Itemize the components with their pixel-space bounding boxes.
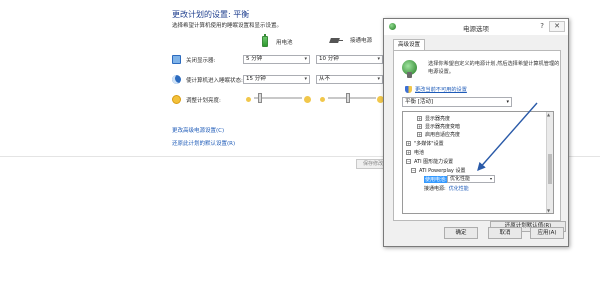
sleep-label: 使计算机进入睡眠状态: (186, 77, 243, 84)
chevron-down-icon: ▾ (304, 76, 307, 82)
ok-button[interactable]: 确定 (444, 227, 478, 239)
chevron-down-icon: ▾ (304, 56, 307, 62)
scrollbar-thumb[interactable] (548, 154, 552, 184)
sun-icon (172, 95, 181, 104)
plan-select-value: 平衡 [活动] (405, 99, 434, 105)
sleep-plugged-value: 从不 (319, 76, 331, 82)
plugged-powerplay-value[interactable]: 优化性能 (449, 185, 469, 192)
brightness-high-icon (304, 96, 311, 103)
expand-icon[interactable]: + (406, 149, 411, 155)
slider-thumb[interactable] (346, 93, 350, 103)
page-description: 选择希望计算机使用的睡眠设置和显示设置。 (172, 23, 283, 29)
dialog-description: 选择你希望自定义的电源计划,然后选择希望计算机管理的电源设置。 (428, 61, 560, 75)
battery-powerplay-select[interactable]: 优化性能 ▾ (447, 175, 495, 183)
tree-item-battery[interactable]: 使用电池: (424, 175, 448, 183)
cancel-button[interactable]: 取消 (488, 227, 522, 239)
plug-icon (330, 37, 343, 44)
power-options-dialog: 电源选项 ? ✕ 高级设置 选择你希望自定义的电源计划,然后选择希望计算机管理的… (383, 18, 569, 247)
close-icon[interactable]: ✕ (549, 21, 565, 32)
plugged-column-label: 接通电源 (350, 38, 373, 44)
page-title: 更改计划的设置: 平衡 (172, 10, 250, 19)
chevron-down-icon: ▾ (489, 176, 492, 181)
brightness-low-icon (320, 97, 325, 102)
brightness-plugged-slider[interactable] (328, 93, 376, 103)
expand-icon[interactable]: + (406, 140, 411, 146)
restore-defaults-link[interactable]: 还原此计划的默认设置(R) (172, 139, 235, 147)
change-unavailable-settings-link[interactable]: 更改当前不可用的设置 (415, 86, 467, 93)
brightness-low-icon (246, 97, 251, 102)
chevron-down-icon: ▾ (377, 76, 380, 82)
battery-icon (262, 34, 268, 47)
battery-column-header: 用电池 (262, 34, 293, 47)
tree-item[interactable]: − ATI Powerplay 设置 (411, 166, 465, 174)
tree-item[interactable]: + "多媒体"设置 (406, 139, 444, 147)
moon-icon (172, 75, 181, 84)
battery-powerplay-value: 优化性能 (450, 176, 471, 182)
display-off-label: 关闭显示器: (186, 57, 216, 64)
apply-button[interactable]: 应用(A) (530, 227, 564, 239)
monitor-icon (172, 55, 181, 64)
dialog-titlebar: 电源选项 ? ✕ (384, 19, 568, 35)
shield-icon (405, 86, 412, 93)
tree-item[interactable]: + 电池 (406, 148, 424, 156)
tree-item[interactable]: + 启用自适应亮度 (417, 130, 460, 138)
settings-tree[interactable]: + 显示器亮度 + 显示器亮度变暗 + 启用自适应亮度 + "多媒体"设置 + 电池 − A… (402, 111, 554, 214)
sleep-battery-select[interactable]: 15 分钟 ▾ (243, 75, 310, 84)
expand-icon[interactable]: + (417, 123, 422, 129)
brightness-label: 调整计划亮度: (186, 97, 221, 104)
scroll-down-icon[interactable]: ▼ (547, 208, 550, 213)
slider-thumb[interactable] (258, 93, 262, 103)
sleep-battery-value: 15 分钟 (246, 76, 266, 82)
display-off-row: 关闭显示器: (172, 55, 215, 64)
advanced-settings-link[interactable]: 更改高级电源设置(C) (172, 126, 224, 134)
power-plan-icon (402, 60, 417, 78)
sleep-plugged-select[interactable]: 从不 ▾ (316, 75, 383, 84)
chevron-down-icon: ▾ (506, 99, 509, 105)
plan-select[interactable]: 平衡 [活动] ▾ (402, 97, 512, 107)
display-off-battery-select[interactable]: 5 分钟 ▾ (243, 55, 310, 64)
tree-item[interactable]: + 显示器亮度变暗 (417, 122, 460, 130)
tree-item[interactable]: + 显示器亮度 (417, 114, 450, 122)
tree-item[interactable]: − ATI 图形能力设置 (406, 157, 453, 165)
battery-column-label: 用电池 (276, 39, 293, 46)
expand-icon[interactable]: + (417, 115, 422, 121)
brightness-battery-slider[interactable] (254, 93, 302, 103)
advanced-settings-panel: 选择你希望自定义的电源计划,然后选择希望计算机管理的电源设置。 更改当前不可用的… (393, 50, 566, 232)
collapse-icon[interactable]: − (406, 158, 411, 164)
tree-item-plugged[interactable]: 接通电源: 优化性能 (424, 184, 469, 192)
chevron-down-icon: ▾ (377, 56, 380, 62)
tree-scrollbar[interactable]: ▲ ▼ (546, 112, 553, 213)
display-off-plugged-select[interactable]: 10 分钟 ▾ (316, 55, 383, 64)
brightness-row: 调整计划亮度: (172, 95, 221, 104)
scroll-up-icon[interactable]: ▲ (547, 112, 550, 117)
display-off-plugged-value: 10 分钟 (319, 56, 339, 62)
collapse-icon[interactable]: − (411, 167, 416, 173)
help-icon[interactable]: ? (540, 22, 544, 30)
plugged-column-header: 接通电源 (330, 36, 372, 44)
expand-icon[interactable]: + (417, 131, 422, 137)
sleep-row: 使计算机进入睡眠状态: (172, 75, 243, 84)
display-off-battery-value: 5 分钟 (246, 56, 263, 62)
